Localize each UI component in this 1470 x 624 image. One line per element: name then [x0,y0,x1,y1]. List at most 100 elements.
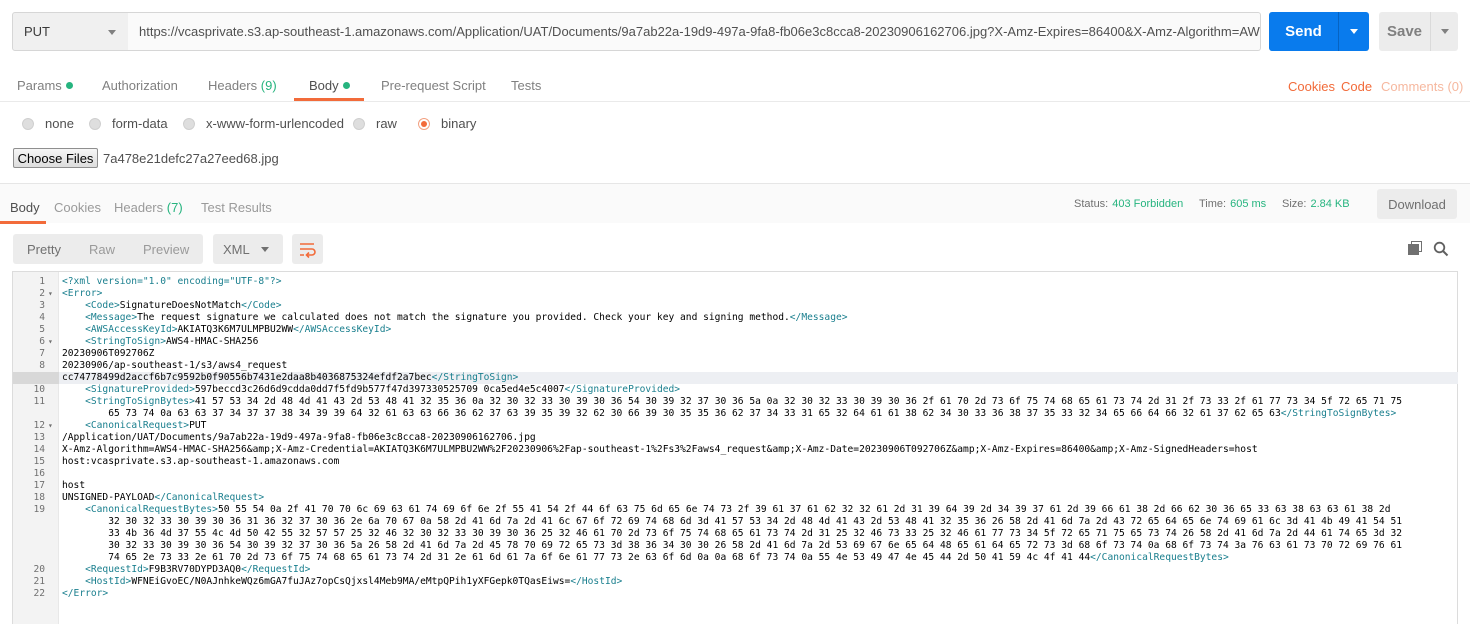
code-link[interactable]: Code [1341,79,1372,94]
url-input[interactable]: https://vcasprivate.s3.ap-southeast-1.am… [128,12,1261,51]
xml-text: AKIATQ3K6M7ULMPBU2WW [177,324,294,335]
xml-text: AWS4-HMAC-SHA256 [165,336,259,347]
tab-tests[interactable]: Tests [511,78,541,93]
code-line: 65 73 74 0a 63 63 37 34 37 37 38 34 39 3… [62,408,1396,420]
code-line: 32 30 32 33 30 39 30 36 31 36 32 37 30 3… [62,516,1402,528]
xml-text: 33 4b 36 4d 37 55 4c 4d 50 42 55 32 57 5… [62,528,1403,539]
line-number: 10 [33,384,45,395]
xml-text: 65 73 74 0a 63 63 37 34 37 37 38 34 39 3… [62,408,1281,419]
xml-text [62,420,85,431]
send-options-button[interactable] [1338,12,1369,51]
code-line: UNSIGNED-PAYLOAD</CanonicalRequest> [62,492,264,504]
line-number: 17 [33,480,45,491]
comments-link[interactable]: Comments (0) [1381,79,1463,94]
response-tab-headers[interactable]: Headers (7) [114,200,183,215]
line-number: 7 [39,348,45,359]
code-line: 30 32 33 30 39 30 36 54 30 39 32 37 30 3… [62,540,1402,552]
radio-binary[interactable]: binary [418,116,476,131]
fold-arrow-icon[interactable]: ▾ [48,421,53,430]
code-line: <SignatureProvided>597beccd3c26d6d9cdda0… [62,384,680,396]
choose-files-button[interactable]: Choose Files [13,148,98,168]
radio-none[interactable]: none [22,116,74,131]
radio-x-www-form-urlencoded[interactable]: x-www-form-urlencoded [183,116,344,131]
code-line: <StringToSignBytes>41 57 53 34 2d 48 4d … [62,396,1402,408]
tab-label: Headers [114,200,164,215]
code-line: <Message>The request signature we calcul… [62,312,847,324]
tab-params[interactable]: Params [17,78,73,93]
code-line: 74 65 2e 73 33 2e 61 70 2d 73 6f 75 74 6… [62,552,1229,564]
line-number: 22 [33,588,45,599]
pretty-button[interactable]: Pretty [27,242,61,257]
selected-filename: 7a478e21defc27a27eed68.jpg [103,151,279,166]
active-dot-icon [65,82,73,89]
xml-text: 20230906T092706Z [62,348,155,359]
tab-headers[interactable]: Headers (9) [208,78,277,93]
code-line: <Code>SignatureDoesNotMatch</Code> [62,300,281,312]
code-line: <HostId>WFNEiGvoEC/N0AJnhkeWQz6mGA7fuJAz… [62,576,622,588]
chevron-down-icon [1441,29,1449,34]
copy-icon[interactable] [1408,241,1422,255]
tab-label: Body [309,78,339,93]
preview-button[interactable]: Preview [143,242,189,257]
xml-text: cc74778499d2accf6b7c9592b0f90556b7431e2d… [62,372,432,383]
code-line: <AWSAccessKeyId>AKIATQ3K6M7ULMPBU2WW</AW… [62,324,391,336]
code-line: cc74778499d2accf6b7c9592b0f90556b7431e2d… [62,372,518,384]
line-number: 5 [39,324,45,335]
status-label: Status: [1074,198,1109,210]
line-number: 12 [33,420,45,431]
download-button[interactable]: Download [1377,189,1457,219]
line-number: 1 [39,276,45,287]
send-button[interactable]: Send [1269,12,1338,51]
fold-arrow-icon[interactable]: ▾ [48,337,53,346]
xml-text: /Application/UAT/Documents/9a7ab22a-19d9… [62,432,536,443]
tab-authorization[interactable]: Authorization [102,78,178,93]
tab-label: Headers [208,78,258,93]
code-line: 20230906T092706Z [62,348,154,360]
cookies-link[interactable]: Cookies [1288,79,1335,94]
method-select[interactable]: PUT [12,12,129,51]
radio-raw[interactable]: raw [353,116,397,131]
xml-text: F9B3RV70DYPD3AQ0 [148,564,242,575]
code-line: host:vcasprivate.s3.ap-southeast-1.amazo… [62,456,339,468]
code-line: <Error> [62,288,102,300]
response-tab-cookies[interactable]: Cookies [54,200,101,215]
line-number: 21 [33,576,45,587]
radio-form-data[interactable]: form-data [89,116,168,131]
headers-count: (9) [260,78,277,93]
radio-circle-icon [183,117,195,130]
line-number: 11 [33,396,45,407]
xml-text [62,336,85,347]
xml-text [62,576,85,587]
xml-text [62,564,85,575]
xml-tag: <StringToSignBytes> [85,396,195,407]
search-icon[interactable] [1433,241,1449,257]
fold-arrow-icon[interactable]: ▾ [48,289,53,298]
wrap-lines-button[interactable] [292,234,323,264]
xml-text: The request signature we calculated does… [137,312,790,323]
xml-tag: <StringToSign> [85,336,166,347]
xml-tag: </Error> [62,588,109,599]
xml-tag: </HostId> [570,576,623,587]
tab-prerequest-script[interactable]: Pre-request Script [381,78,486,93]
xml-text: X-Amz-Algorithm=AWS4-HMAC-SHA256&amp;X-A… [62,444,1258,455]
url-value: https://vcasprivate.s3.ap-southeast-1.am… [139,24,1261,39]
format-select[interactable]: XML [213,234,283,264]
tab-body[interactable]: Body [309,78,350,93]
chevron-down-icon [108,30,116,35]
save-button[interactable]: Save [1379,12,1430,51]
raw-button[interactable]: Raw [89,242,115,257]
xml-tag: </AWSAccessKeyId> [293,324,392,335]
code-line: /Application/UAT/Documents/9a7ab22a-19d9… [62,432,536,444]
line-number: 8 [39,360,45,371]
xml-tag: </CanonicalRequestBytes> [1090,552,1229,563]
response-tab-body[interactable]: Body [10,200,40,215]
line-number: 15 [33,456,45,467]
response-body-editor[interactable]: 12▾3456▾789101112▾13141516171819202122 <… [12,271,1458,624]
xml-text: 41 57 53 34 2d 48 4d 41 43 2d 53 48 41 3… [194,396,1403,407]
xml-tag: </StringToSign> [431,372,519,383]
xml-text [62,396,85,407]
save-options-button[interactable] [1430,12,1458,51]
response-tab-test-results[interactable]: Test Results [201,200,272,215]
code-line: 33 4b 36 4d 37 55 4c 4d 50 42 55 32 57 5… [62,528,1402,540]
method-value: PUT [24,24,50,39]
